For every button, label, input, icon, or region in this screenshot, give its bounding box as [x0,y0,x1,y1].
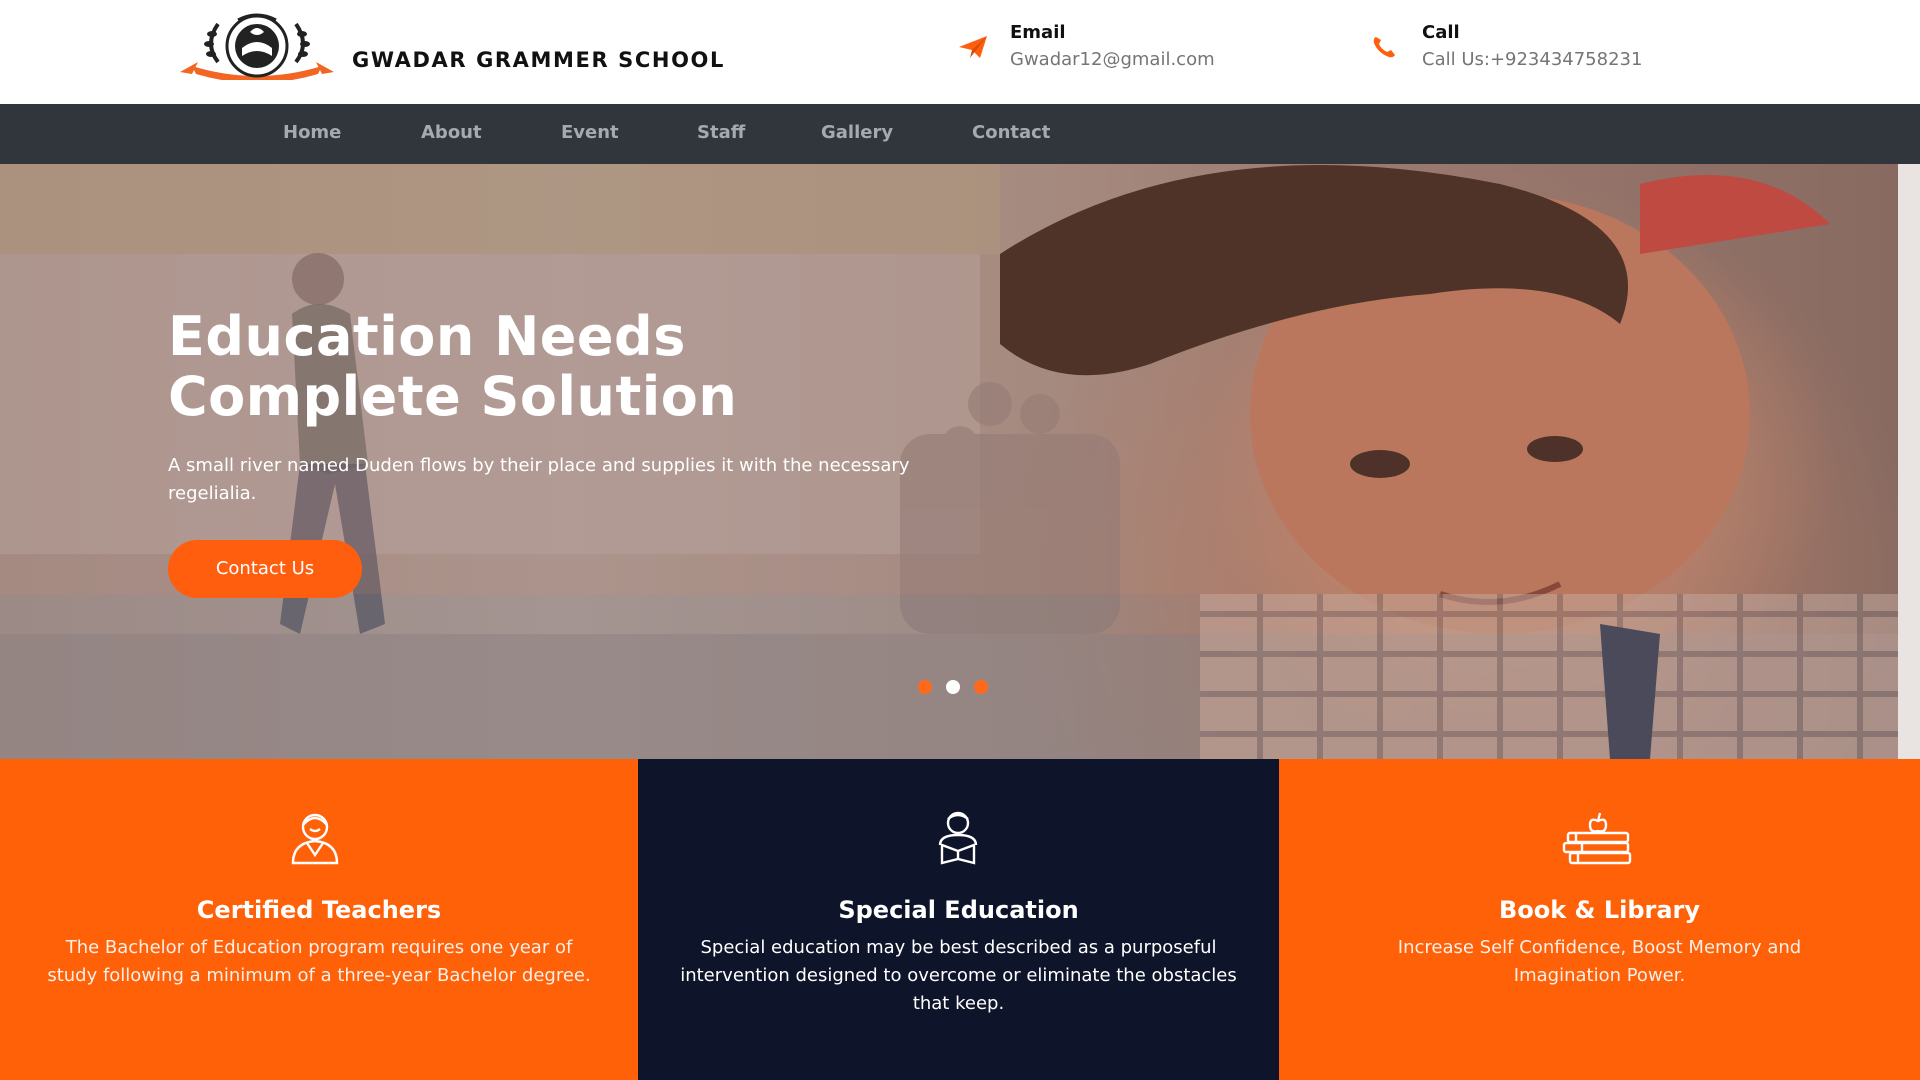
nav-item-gallery[interactable]: Gallery [821,122,893,143]
nav-item-about[interactable]: About [421,122,482,143]
feature-description: Increase Self Confidence, Boost Memory a… [1397,937,1802,986]
email-address[interactable]: Gwadar12@gmail.com [1010,49,1215,70]
paper-plane-icon [958,34,988,60]
feature-title: Certified Teachers [196,896,442,924]
phone-icon [1370,34,1400,60]
hero-banner: Education Needs Complete Solution A smal… [0,164,1898,759]
books-apple-icon [1562,809,1632,865]
page-scrollbar[interactable] [1898,164,1920,759]
feature-certified-teachers: Certified Teachers The Bachelor of Educa… [0,759,638,1080]
phone-number[interactable]: Call Us:+923434758231 [1422,49,1642,70]
reading-student-icon [928,809,988,865]
feature-book-library: Book & Library Increase Self Confidence,… [1279,759,1920,1080]
carousel-dot-2[interactable] [946,680,960,694]
feature-special-education: Special Education Special education may … [638,759,1279,1080]
nav-item-staff[interactable]: Staff [697,122,745,143]
nav-item-home[interactable]: Home [283,122,341,143]
feature-description: Special education may be best described … [680,937,1237,1014]
top-header: GWADAR GRAMMER SCHOOL Email Gwadar12@gma… [0,0,1920,104]
hero-heading-line-2: Complete Solution [168,365,738,428]
carousel-dot-1[interactable] [918,680,932,694]
nav-item-contact[interactable]: Contact [972,122,1050,143]
nav-item-event[interactable]: Event [561,122,619,143]
feature-description: The Bachelor of Education program requir… [47,937,591,986]
call-label: Call [1422,22,1460,43]
teacher-icon [285,809,345,865]
contact-us-button[interactable]: Contact Us [168,540,362,598]
feature-title: Book & Library [1498,896,1701,924]
hero-description: A small river named Duden flows by their… [168,455,910,504]
carousel-dot-3[interactable] [974,680,988,694]
hero-heading: Education Needs Complete Solution [168,307,737,427]
school-name[interactable]: GWADAR GRAMMER SCHOOL [352,48,725,72]
school-crest-logo[interactable] [178,12,336,83]
feature-title: Special Education [838,896,1079,924]
main-navigation: Home About Event Staff Gallery Contact [0,104,1920,164]
hero-heading-line-1: Education Needs [168,305,686,368]
email-label: Email [1010,22,1066,43]
